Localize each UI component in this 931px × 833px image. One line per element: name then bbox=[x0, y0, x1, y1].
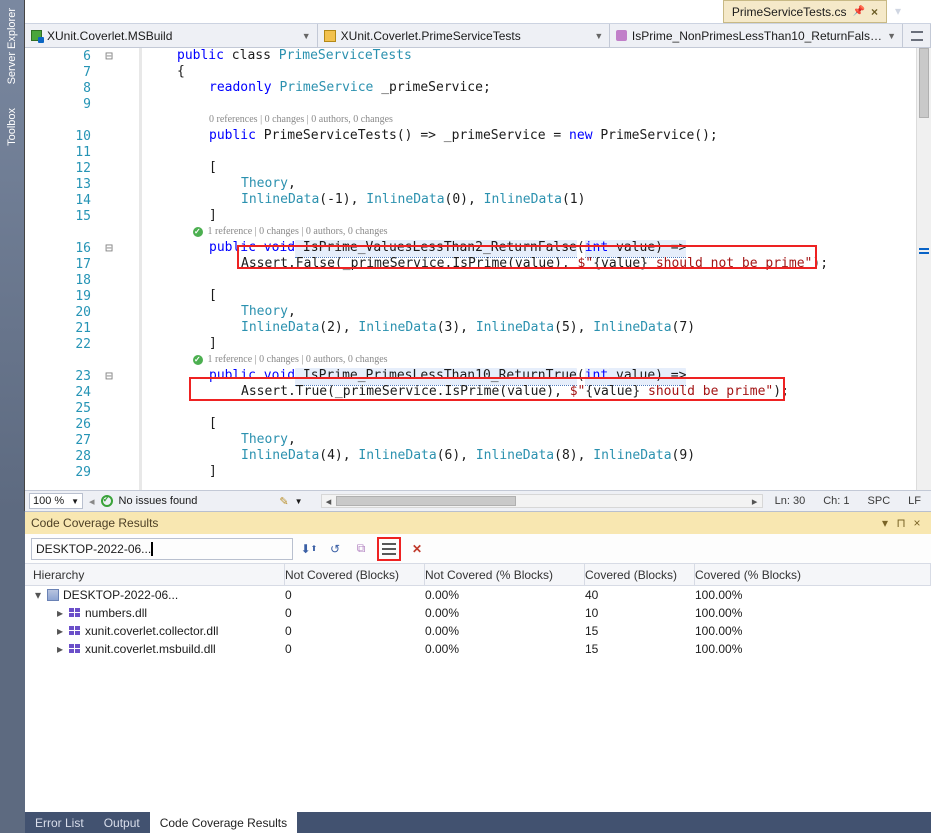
change-tracker bbox=[139, 48, 142, 490]
scrollbar-thumb[interactable] bbox=[336, 496, 516, 506]
scrollbar-thumb[interactable] bbox=[919, 48, 929, 118]
document-tab-well: PrimeServiceTests.cs 📌 × ▾ ✿ bbox=[25, 0, 931, 24]
close-icon[interactable]: × bbox=[909, 515, 925, 531]
col-indicator[interactable]: Ch: 1 bbox=[817, 495, 855, 507]
expand-toggle[interactable]: ▸ bbox=[55, 642, 65, 656]
tab-output[interactable]: Output bbox=[94, 812, 150, 833]
coverage-column-headers: Hierarchy Not Covered (Blocks) Not Cover… bbox=[25, 564, 931, 586]
chevron-down-icon: ▼ bbox=[594, 31, 603, 41]
class-icon bbox=[324, 30, 336, 42]
chevron-down-icon: ▼ bbox=[887, 31, 896, 41]
gear-icon[interactable]: ✿ bbox=[909, 0, 931, 22]
pin-icon[interactable]: 📌 bbox=[853, 6, 865, 17]
row-name: xunit.coverlet.msbuild.dll bbox=[85, 642, 216, 656]
module-icon bbox=[69, 626, 81, 637]
outline-toggle[interactable]: ⊟ bbox=[101, 49, 117, 64]
tabs-indicator[interactable]: SPC bbox=[862, 495, 897, 507]
tab-primeservicetests[interactable]: PrimeServiceTests.cs 📌 × bbox=[723, 0, 887, 23]
sidebar-toolstrip-ext bbox=[0, 511, 25, 833]
vtab-toolbox[interactable]: Toolbox bbox=[4, 100, 20, 154]
scroll-marker bbox=[919, 252, 929, 254]
text-cursor bbox=[151, 542, 153, 556]
panel-title-bar[interactable]: Code Coverage Results ▾ ⊓ × bbox=[25, 512, 931, 534]
scroll-right-icon[interactable]: ▸ bbox=[748, 495, 762, 507]
table-row[interactable]: ▾DESKTOP-2022-06...00.00%40100.00% bbox=[25, 586, 931, 604]
bottom-toolwindow-tabs: Error List Output Code Coverage Results bbox=[25, 812, 931, 833]
expand-toggle[interactable]: ▸ bbox=[55, 606, 65, 620]
result-icon bbox=[47, 589, 59, 601]
chevron-down-icon: ▼ bbox=[302, 31, 311, 41]
tab-code-coverage[interactable]: Code Coverage Results bbox=[150, 812, 297, 833]
expand-toggle[interactable]: ▾ bbox=[33, 588, 43, 602]
code-coverage-panel: Code Coverage Results ▾ ⊓ × DESKTOP-2022… bbox=[25, 511, 931, 812]
split-toggle[interactable] bbox=[903, 24, 931, 47]
issues-text: No issues found bbox=[119, 495, 198, 507]
member-dropdown[interactable]: IsPrime_NonPrimesLessThan10_ReturnFalse(… bbox=[610, 24, 903, 47]
horizontal-scrollbar[interactable]: ◂ ▸ bbox=[321, 494, 763, 508]
header-notcovered-pct[interactable]: Not Covered (% Blocks) bbox=[425, 564, 585, 585]
table-row[interactable]: ▸xunit.coverlet.msbuild.dll00.00%15100.0… bbox=[25, 640, 931, 658]
coverage-rows[interactable]: ▾DESKTOP-2022-06...00.00%40100.00%▸numbe… bbox=[25, 586, 931, 812]
sidebar-toolstrip: Server Explorer Toolbox bbox=[0, 0, 25, 511]
row-name: DESKTOP-2022-06... bbox=[63, 588, 178, 602]
window-dropdown-icon[interactable]: ▾ bbox=[887, 0, 909, 22]
coverage-toolbar: DESKTOP-2022-06... ⬇⬆ ↺ ⧉ ✕ bbox=[25, 534, 931, 564]
editor-status-bar: 100 %▼ ◂ No issues found ✎▼ ◂ ▸ Ln: 30 C… bbox=[25, 490, 931, 511]
expand-toggle[interactable]: ▸ bbox=[55, 624, 65, 638]
code-editor-pane: PrimeServiceTests.cs 📌 × ▾ ✿ XUnit.Cover… bbox=[25, 0, 931, 511]
csproj-icon bbox=[31, 30, 42, 41]
method-icon bbox=[616, 30, 627, 41]
results-name: DESKTOP-2022-06... bbox=[36, 542, 151, 556]
member-name: IsPrime_NonPrimesLessThan10_ReturnFalse(… bbox=[632, 29, 882, 43]
header-covered-pct[interactable]: Covered (% Blocks) bbox=[695, 564, 931, 585]
vertical-scrollbar[interactable] bbox=[916, 48, 931, 490]
highlight-coverage-button[interactable] bbox=[377, 537, 401, 561]
table-row[interactable]: ▸xunit.coverlet.collector.dll00.00%15100… bbox=[25, 622, 931, 640]
test-ok-icon bbox=[193, 227, 203, 237]
navigation-bar: XUnit.Coverlet.MSBuild ▼ XUnit.Coverlet.… bbox=[25, 24, 931, 48]
eol-indicator[interactable]: LF bbox=[902, 495, 927, 507]
test-ok-icon bbox=[193, 355, 203, 365]
outline-toggle[interactable]: ⊟ bbox=[101, 369, 117, 384]
project-dropdown[interactable]: XUnit.Coverlet.MSBuild ▼ bbox=[25, 24, 318, 47]
row-name: xunit.coverlet.collector.dll bbox=[85, 624, 218, 638]
module-icon bbox=[69, 608, 81, 619]
scroll-marker bbox=[919, 248, 929, 250]
line-number-gutter: 6⊟ 7 8 9 10 11 12 13 14 15 16⊟ 17 18 19 … bbox=[25, 48, 145, 490]
pin-icon[interactable]: ⊓ bbox=[893, 515, 909, 531]
vtab-server-explorer[interactable]: Server Explorer bbox=[4, 0, 20, 92]
header-notcovered-blocks[interactable]: Not Covered (Blocks) bbox=[285, 564, 425, 585]
row-name: numbers.dll bbox=[85, 606, 147, 620]
results-dropdown[interactable]: DESKTOP-2022-06... bbox=[31, 538, 293, 560]
ok-icon bbox=[101, 495, 113, 507]
merge-icon[interactable]: ⧉ bbox=[351, 539, 371, 559]
header-covered-blocks[interactable]: Covered (Blocks) bbox=[585, 564, 695, 585]
refresh-icon[interactable]: ↺ bbox=[325, 539, 345, 559]
line-indicator[interactable]: Ln: 30 bbox=[769, 495, 812, 507]
brush-icon[interactable]: ✎ bbox=[279, 495, 288, 508]
close-icon[interactable]: × bbox=[871, 5, 878, 19]
back-icon[interactable]: ◂ bbox=[89, 495, 95, 508]
project-name: XUnit.Coverlet.MSBuild bbox=[47, 29, 172, 43]
code-area[interactable]: 6⊟ 7 8 9 10 11 12 13 14 15 16⊟ 17 18 19 … bbox=[25, 48, 931, 490]
table-row[interactable]: ▸numbers.dll00.00%10100.00% bbox=[25, 604, 931, 622]
header-hierarchy[interactable]: Hierarchy bbox=[25, 564, 285, 585]
code-body[interactable]: public class PrimeServiceTests { readonl… bbox=[145, 48, 931, 490]
tab-error-list[interactable]: Error List bbox=[25, 812, 94, 833]
lines-icon bbox=[382, 543, 396, 555]
tab-label: PrimeServiceTests.cs bbox=[732, 5, 847, 19]
split-icon bbox=[911, 31, 923, 41]
window-menu-icon[interactable]: ▾ bbox=[877, 515, 893, 531]
panel-title: Code Coverage Results bbox=[31, 516, 158, 530]
module-icon bbox=[69, 644, 81, 655]
import-icon[interactable]: ⬇⬆ bbox=[299, 539, 319, 559]
outline-toggle[interactable]: ⊟ bbox=[101, 241, 117, 256]
zoom-dropdown[interactable]: 100 %▼ bbox=[29, 493, 83, 509]
remove-icon[interactable]: ✕ bbox=[407, 539, 427, 559]
class-dropdown[interactable]: XUnit.Coverlet.PrimeServiceTests ▼ bbox=[318, 24, 611, 47]
scroll-left-icon[interactable]: ◂ bbox=[322, 495, 336, 507]
class-name: XUnit.Coverlet.PrimeServiceTests bbox=[341, 29, 521, 43]
